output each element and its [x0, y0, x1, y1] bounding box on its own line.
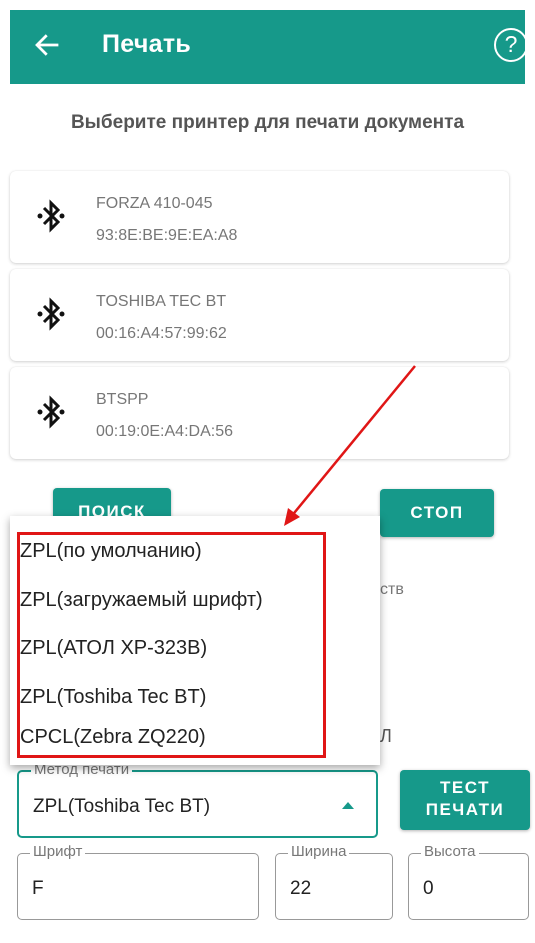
annotation-arrow: [284, 365, 416, 526]
